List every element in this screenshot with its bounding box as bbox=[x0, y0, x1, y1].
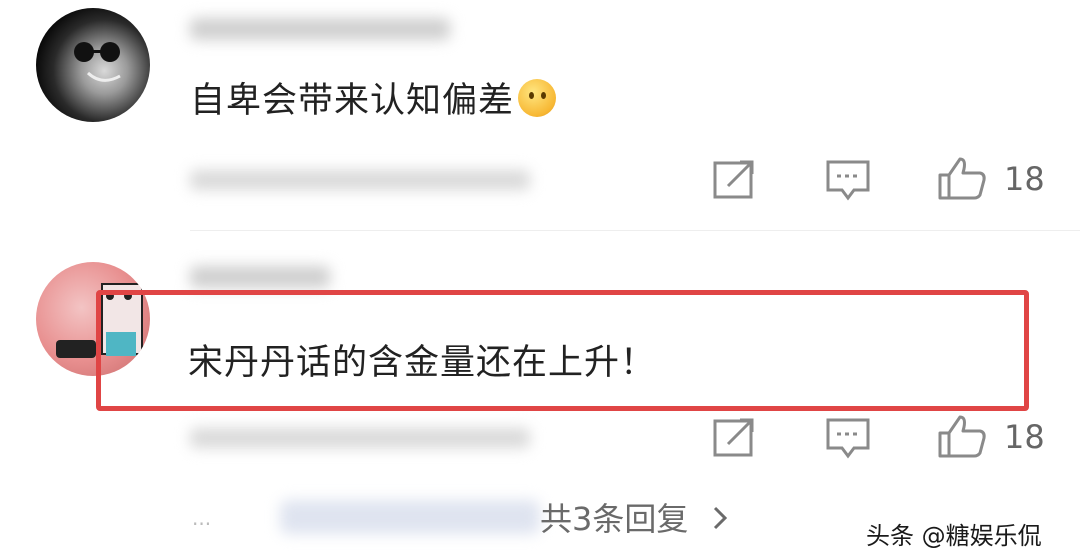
timestamp bbox=[190, 428, 530, 448]
share-icon[interactable] bbox=[712, 158, 760, 202]
timestamp bbox=[190, 170, 530, 190]
comment-icon[interactable] bbox=[824, 158, 872, 202]
watermark: 头条 @糖娱乐侃 bbox=[866, 522, 1042, 550]
view-replies-link[interactable]: 共3条回复 bbox=[540, 494, 731, 540]
comment-text: 宋丹丹话的含金量还在上升！ bbox=[188, 343, 657, 383]
share-icon[interactable] bbox=[712, 416, 760, 460]
thumbs-up-icon[interactable] bbox=[936, 413, 988, 459]
reply-preview bbox=[280, 500, 540, 534]
thumbs-up-icon[interactable] bbox=[936, 155, 988, 201]
username[interactable] bbox=[190, 18, 450, 40]
comment-icon[interactable] bbox=[824, 416, 872, 460]
avatar[interactable] bbox=[36, 8, 150, 122]
thinking-face-emoji-icon bbox=[518, 79, 557, 117]
chevron-right-icon bbox=[713, 506, 727, 530]
sunglasses-icon bbox=[74, 42, 121, 82]
like-count: 18 bbox=[1004, 418, 1045, 456]
comment-text: 自卑会带来认知偏差 bbox=[190, 72, 557, 123]
ellipsis-icon: ··· bbox=[192, 512, 212, 536]
like-count: 18 bbox=[1004, 160, 1045, 198]
divider bbox=[190, 230, 1080, 231]
replies-label: 共3条回复 bbox=[540, 500, 689, 538]
username[interactable] bbox=[190, 266, 330, 288]
